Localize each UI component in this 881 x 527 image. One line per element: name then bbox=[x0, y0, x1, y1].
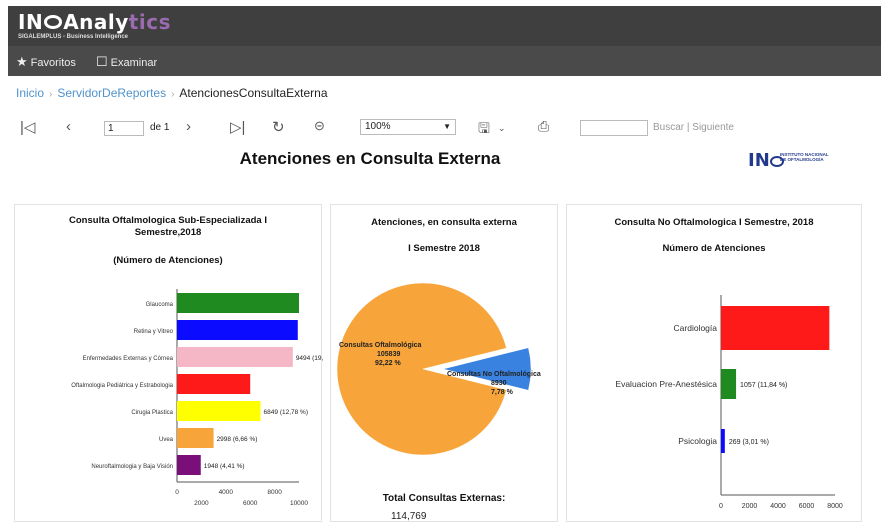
breadcrumb: Inicio › ServidorDeReportes › AtencionesCons… bbox=[16, 86, 328, 100]
eye-icon bbox=[44, 14, 63, 29]
chart3-category-label: Evaluacion Pre-Anestésica bbox=[615, 379, 717, 389]
zoom-value: 100% bbox=[365, 121, 391, 132]
institute-logo: IN INSTITUTO NACIONAL DE OFTALMOLOGÍA bbox=[748, 150, 830, 178]
chart3-data-label: 269 (3,01 %) bbox=[729, 439, 769, 446]
save-icon[interactable]: 🖫 bbox=[478, 118, 490, 142]
menu-bar: ★ Favoritos ☐ Examinar bbox=[8, 46, 881, 76]
dropdown-arrow-icon: ▼ bbox=[443, 122, 451, 131]
chart3-bar bbox=[721, 429, 725, 453]
chart1-x-tick: 0 bbox=[175, 489, 179, 496]
chart1-category-label: Uvea bbox=[159, 437, 174, 443]
chart1-bar bbox=[177, 401, 261, 421]
chart1-category-label: Cirugia Plastica bbox=[131, 410, 173, 416]
find-links: Buscar | Siguiente bbox=[653, 122, 734, 133]
chart3-x-tick: 6000 bbox=[799, 503, 815, 510]
chart2-svg: Consultas Oftalmológica 105839 92,22 % Cons… bbox=[336, 282, 541, 456]
pie-label-name: Consultas Oftalmológica bbox=[339, 342, 422, 349]
chart3-x-tick: 2000 bbox=[742, 503, 758, 510]
report-title: Atenciones en Consulta Externa bbox=[239, 149, 501, 168]
chart3-category-label: Cardiología bbox=[674, 323, 718, 333]
menu-explore-label: Examinar bbox=[110, 57, 158, 69]
chart1-data-label: 1948 (4,41 %) bbox=[204, 463, 245, 470]
chart1-data-label: 6849 (12,78 %) bbox=[264, 409, 308, 416]
chart1-bar bbox=[177, 320, 298, 340]
pie-label-name: Consultas No Oftalmológica bbox=[447, 371, 541, 378]
chart1-x-tick: 6000 bbox=[243, 500, 258, 507]
chart1-x-tick: 2000 bbox=[194, 500, 209, 507]
chart1-bar bbox=[177, 293, 299, 313]
chart1-data-label: 2998 (6,66 %) bbox=[217, 436, 258, 443]
chart3-category-label: Psicologia bbox=[678, 436, 717, 446]
chart1-category-label: Retina y Vitreo bbox=[134, 329, 174, 335]
chart1-svg: Glaucoma Retina y Vitreo Enfermedades Exte… bbox=[71, 289, 323, 507]
refresh-icon[interactable]: ↻ bbox=[272, 118, 285, 136]
star-icon: ★ bbox=[16, 54, 28, 69]
print-icon[interactable]: ⎙ bbox=[538, 118, 549, 135]
pie-label-value: 8930 bbox=[491, 380, 507, 387]
pie-label-pct: 7,78 % bbox=[491, 389, 514, 396]
breadcrumb-server[interactable]: ServidorDeReportes bbox=[57, 86, 166, 100]
chart1-x-tick: 8000 bbox=[267, 489, 282, 496]
chart1-bar bbox=[177, 374, 251, 394]
find-input[interactable] bbox=[580, 120, 648, 136]
brand-subtitle: SIGALEMPLUS - Business Intelligence bbox=[18, 34, 129, 40]
chevron-right-icon: › bbox=[171, 89, 175, 100]
previous-page-icon[interactable]: ‹ bbox=[66, 118, 71, 135]
brand-highlight: tics bbox=[128, 10, 171, 34]
chevron-down-icon[interactable]: ⌄ bbox=[498, 123, 506, 134]
chart3-bar bbox=[721, 369, 737, 399]
menu-favorites[interactable]: ★ Favoritos bbox=[16, 54, 76, 70]
folder-icon: ☐ bbox=[96, 54, 108, 69]
brand-mid: Analy bbox=[63, 10, 129, 34]
last-page-icon[interactable]: ▷| bbox=[230, 118, 245, 136]
next-page-icon[interactable]: › bbox=[186, 118, 191, 135]
logo-text: INSTITUTO NACIONAL DE OFTALMOLOGÍA bbox=[780, 152, 829, 162]
chart-panel-no-oftalmologica: Consulta No Oftalmologica I Semestre, 20… bbox=[566, 204, 862, 522]
chart3-x-tick: 8000 bbox=[827, 503, 843, 510]
pie-label-pct: 92,22 % bbox=[375, 360, 401, 367]
chart1-x-tick: 4000 bbox=[219, 489, 234, 496]
chart1-x-tick: 10000 bbox=[290, 500, 308, 507]
chart3-svg: Cardiología Evaluacion Pre-Anestésica 1057… bbox=[615, 295, 843, 510]
pie-label-value: 105839 bbox=[377, 351, 400, 358]
back-icon[interactable]: ⊝ bbox=[314, 118, 325, 134]
menu-favorites-label: Favoritos bbox=[30, 57, 76, 69]
menu-explore[interactable]: ☐ Examinar bbox=[96, 54, 157, 70]
report-toolbar: |◁ ‹ 1 de 1 › ▷| ↻ ⊝ 100% ▼ 🖫 ⌄ ⎙ Buscar… bbox=[8, 110, 881, 142]
chart3-x-tick: 4000 bbox=[770, 503, 786, 510]
chevron-right-icon: › bbox=[49, 89, 53, 100]
chart3-bar bbox=[721, 306, 830, 350]
total-value: 114,769 bbox=[391, 511, 427, 522]
chart1-bar bbox=[177, 455, 201, 475]
chart3-x-tick: 0 bbox=[719, 503, 723, 510]
chart-panel-pie: Atenciones, en consulta externa I Semest… bbox=[330, 204, 558, 522]
app-header: IN Analytics SIGALEMPLUS - Business Intel… bbox=[8, 6, 881, 46]
find-button[interactable]: Buscar bbox=[653, 122, 684, 133]
page-number-input[interactable]: 1 bbox=[104, 121, 144, 136]
chart1-data-label: 9494 (19,22 %) bbox=[296, 355, 323, 362]
first-page-icon[interactable]: |◁ bbox=[20, 118, 35, 136]
next-button[interactable]: Siguiente bbox=[692, 122, 734, 133]
brand-prefix: IN bbox=[18, 10, 44, 34]
chart-panel-subespecializada: Consulta Oftalmologica Sub-Especializada… bbox=[14, 204, 323, 522]
zoom-select[interactable]: 100% ▼ bbox=[360, 119, 456, 135]
chart1-category-label: Enfermedades Externas y Córnea bbox=[83, 356, 174, 362]
chart1-category-label: Glaucoma bbox=[146, 302, 174, 308]
chart1-category-label: Oftalmologia Pediátrica y Estrabologia bbox=[71, 383, 173, 389]
total-label: Total Consultas Externas: bbox=[382, 493, 506, 504]
page-count: de 1 bbox=[150, 122, 170, 133]
breadcrumb-home[interactable]: Inicio bbox=[16, 86, 44, 100]
app-logo[interactable]: IN Analytics bbox=[18, 10, 171, 34]
chart3-data-label: 1057 (11,84 %) bbox=[740, 382, 787, 389]
chart1-bar bbox=[177, 428, 214, 448]
breadcrumb-current: AtencionesConsultaExterna bbox=[179, 86, 328, 100]
chart1-category-label: Neuroftalmologia y Baja Visión bbox=[91, 464, 173, 470]
chart1-bar bbox=[177, 347, 293, 367]
